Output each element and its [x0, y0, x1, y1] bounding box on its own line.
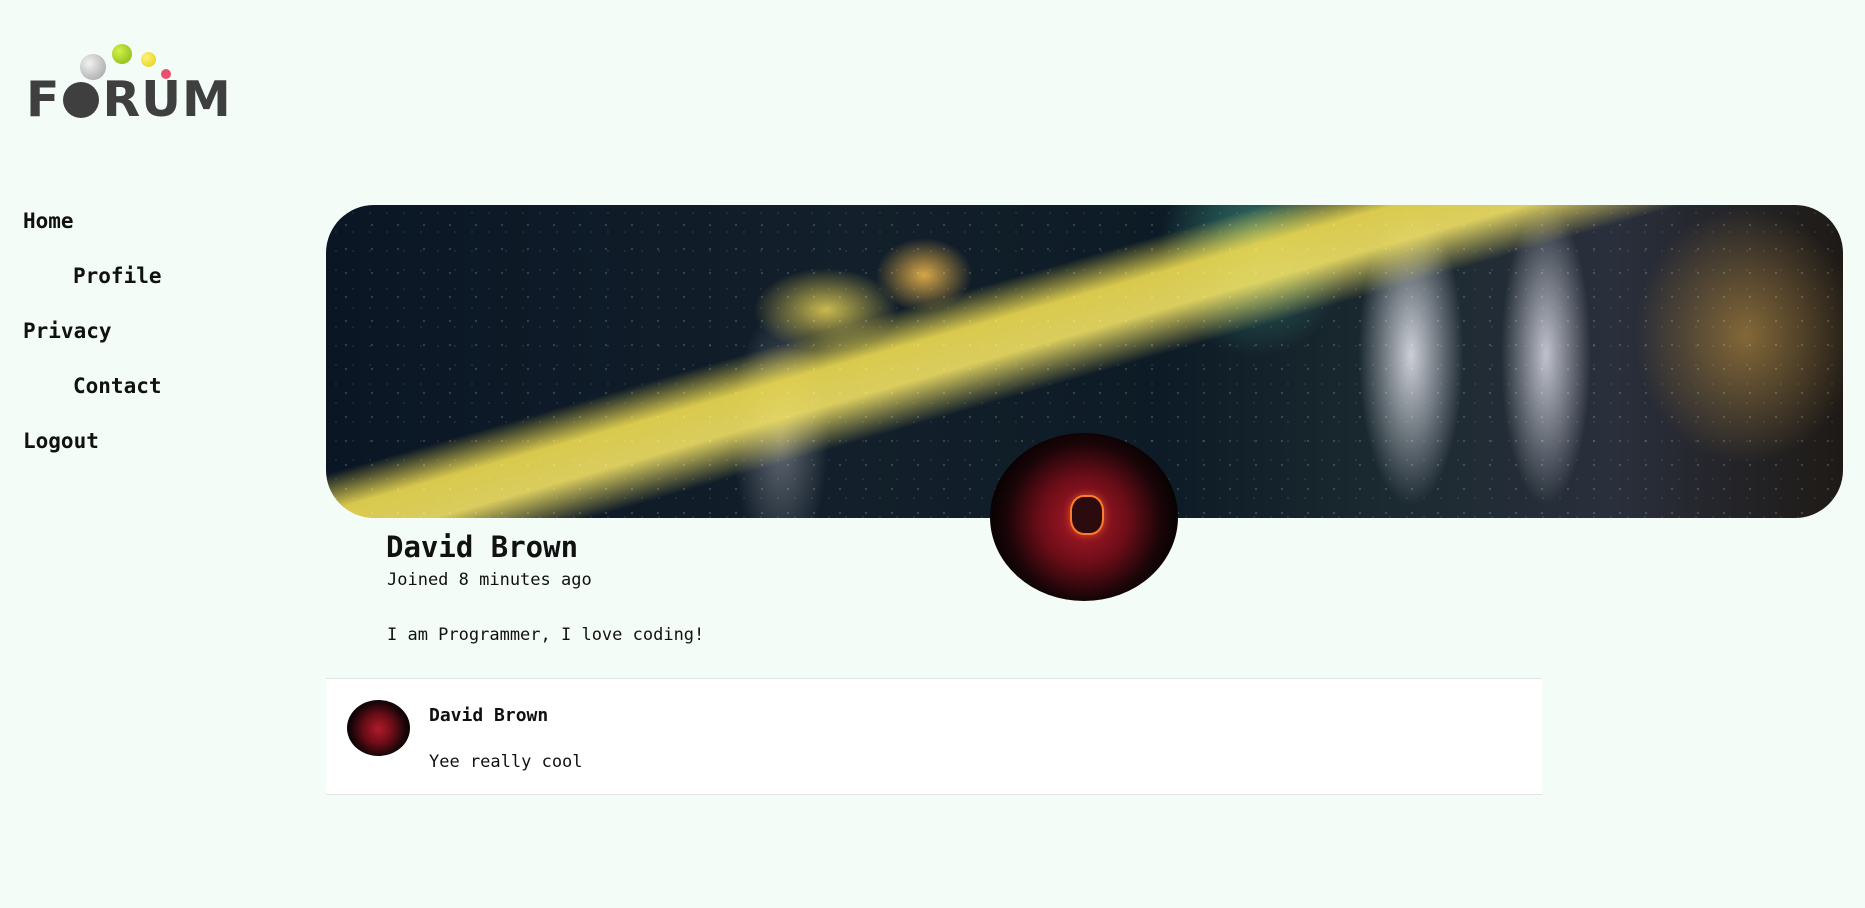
logo-o-circle: [63, 81, 100, 118]
logo-dot-green: [112, 44, 132, 64]
nav-home-link[interactable]: Home: [23, 209, 74, 233]
profile-avatar: [990, 433, 1178, 601]
nav-profile-link[interactable]: Profile: [73, 264, 162, 288]
post-author-name: David Brown: [429, 705, 549, 726]
nav-logout-link[interactable]: Logout: [23, 429, 99, 453]
nav-privacy-link[interactable]: Privacy: [23, 319, 112, 343]
logo-wordmark: F RUM: [26, 75, 232, 124]
nav-contact-link[interactable]: Contact: [73, 374, 162, 398]
logo-text-suffix: RUM: [102, 71, 232, 128]
avatar-mask-figure: [1070, 495, 1104, 535]
logo-text-prefix: F: [26, 71, 61, 128]
post-card: David Brown Yee really cool: [326, 678, 1542, 795]
profile-joined: Joined 8 minutes ago: [387, 570, 592, 590]
forum-logo[interactable]: F RUM: [26, 42, 231, 128]
post-text: Yee really cool: [429, 752, 583, 772]
post-author-avatar: [347, 700, 410, 756]
logo-dot-yellow: [141, 52, 156, 67]
profile-bio: I am Programmer, I love coding!: [387, 625, 705, 645]
profile-name: David Brown: [386, 530, 579, 564]
